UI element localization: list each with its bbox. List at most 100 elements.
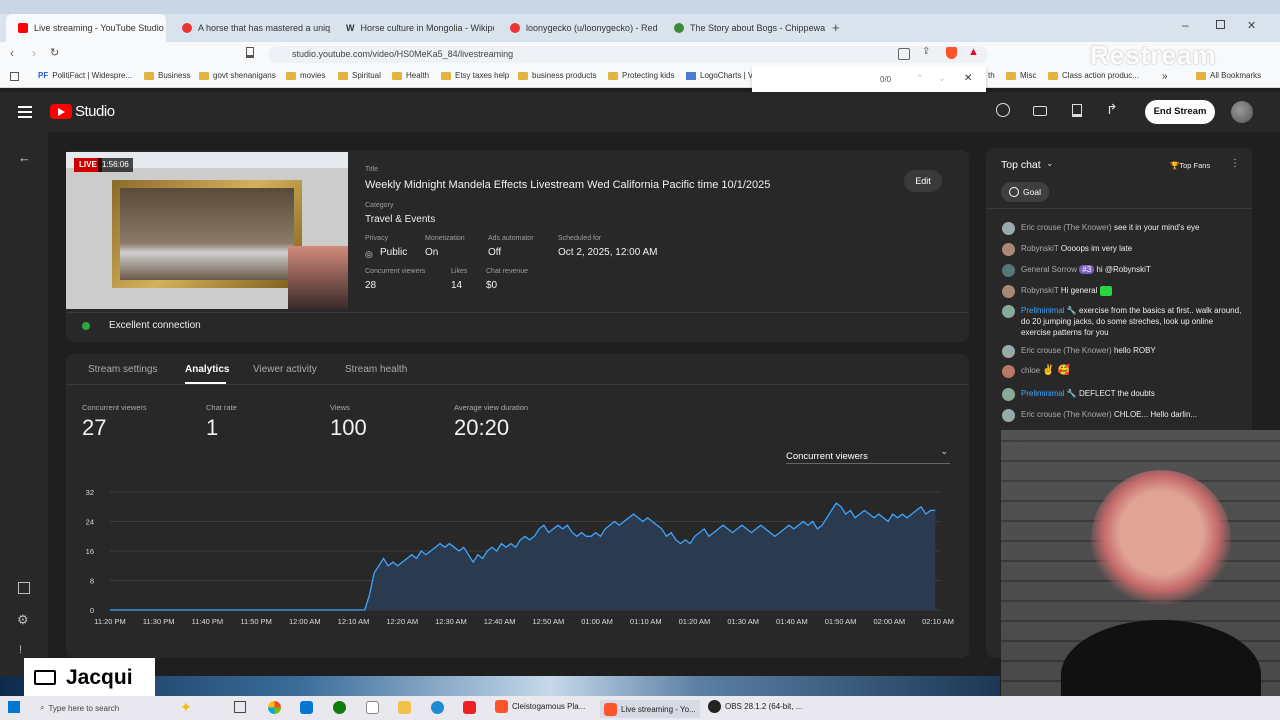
tab-stream-health[interactable]: Stream health (345, 364, 407, 375)
more-bookmarks-icon[interactable]: » (1162, 71, 1168, 82)
tab-viewer-activity[interactable]: Viewer activity (253, 364, 317, 375)
outlook-icon[interactable] (300, 701, 313, 714)
monetization-icon[interactable] (996, 103, 1010, 117)
bookmark-item[interactable]: Health (392, 71, 429, 80)
chat-message[interactable]: Eric crouse (The Knower) CHLOE... Hello … (1002, 409, 1242, 422)
feedback-icon[interactable]: ! (19, 644, 22, 656)
bookmark-item[interactable]: Spiritual (338, 71, 381, 80)
new-tab-icon[interactable]: + (832, 20, 840, 35)
xbox-icon[interactable] (333, 701, 346, 714)
copilot-app-icon[interactable] (268, 701, 281, 714)
bookmark-item[interactable]: govt shenanigans (199, 71, 276, 80)
chat-message[interactable]: RobynskiT Oooops im very late (1002, 243, 1242, 256)
browser-tab[interactable]: A horse that has mastered a unique (170, 14, 330, 42)
left-rail: ← ⚙ ! (0, 132, 48, 696)
bookmark-item[interactable]: th (988, 71, 995, 80)
tab-stream-settings[interactable]: Stream settings (88, 364, 157, 375)
end-stream-button[interactable]: End Stream (1145, 100, 1215, 124)
browser-tab[interactable]: W Horse culture in Mongolia - Wikiped (334, 14, 494, 42)
bookmark-item[interactable]: Protecting kids (608, 71, 674, 80)
chat-mode-dropdown[interactable]: Top chat (1001, 159, 1041, 171)
bookmark-item[interactable]: All Bookmarks (1196, 71, 1261, 80)
windows-start-icon[interactable] (8, 701, 20, 713)
search-icon: ⌕ (40, 703, 45, 712)
avatar[interactable] (1231, 101, 1253, 123)
chat-author: Preliminimal (1021, 306, 1065, 315)
goal-chip[interactable]: Goal (1001, 182, 1049, 202)
chat-message[interactable]: chloe ✌ 🥰 (1002, 365, 1242, 378)
file-explorer-icon[interactable] (398, 701, 411, 714)
minimize-icon[interactable]: – (1182, 18, 1189, 32)
metric-label: Average view duration (454, 403, 529, 412)
reload-icon[interactable]: ↻ (50, 46, 59, 59)
chat-message[interactable]: Preliminimal 🔧 exercise from the basics … (1002, 305, 1242, 338)
back-icon[interactable]: ‹ (10, 46, 14, 60)
chart-metric-dropdown[interactable]: Concurrent viewers ⌄ (786, 446, 950, 464)
scheduled-value: Oct 2, 2025, 12:00 AM (558, 247, 658, 258)
apps-icon[interactable] (10, 72, 19, 81)
chat-message[interactable]: Eric crouse (The Knower) hello ROBY (1002, 345, 1242, 358)
find-close-icon[interactable]: ✕ (964, 73, 972, 84)
bookmark-icon[interactable] (246, 47, 254, 58)
bookmark-item[interactable]: Business (144, 71, 190, 80)
url-input[interactable]: studio.youtube.com/video/HS0MeKa5_84/liv… (268, 46, 988, 63)
chat-message[interactable]: General Sorrow #3 hi @RobynskiT (1002, 264, 1242, 277)
studio-logo[interactable]: Studio (75, 103, 115, 120)
bookmark-item[interactable]: movies (286, 71, 325, 80)
browser-tab[interactable]: loonygecko (u/loonygecko) - Reddit (498, 14, 658, 42)
taskbar-app-button[interactable]: Live streaming - Yo... (600, 700, 700, 718)
menu-icon[interactable] (18, 106, 32, 118)
bookmark-item[interactable]: Misc (1006, 71, 1036, 80)
edit-button[interactable]: Edit (904, 170, 942, 192)
top-fans-button[interactable]: 🏆Top Fans (1170, 161, 1210, 170)
share-icon[interactable]: ⇪ (922, 46, 930, 57)
brave-rewards-icon[interactable]: ▲ (968, 46, 979, 58)
open-external-icon[interactable] (18, 582, 30, 594)
concurrent-viewers-label: Concurrent viewers (365, 268, 426, 275)
brave-shield-icon[interactable] (946, 47, 957, 59)
x-tick-label: 11:20 PM (94, 617, 126, 626)
chat-message[interactable]: RobynskiT Hi general (1002, 285, 1242, 298)
task-view-icon[interactable] (234, 701, 246, 713)
wps-icon[interactable] (463, 701, 476, 714)
tab-analytics[interactable]: Analytics (185, 364, 229, 375)
title-label: Title (365, 166, 378, 173)
maximize-icon[interactable] (1216, 20, 1225, 29)
find-prev-icon[interactable]: ⌃ (916, 73, 924, 84)
taskbar-app-button[interactable]: Cleistogamous Pla... (495, 700, 585, 713)
close-window-icon[interactable]: ✕ (1247, 19, 1256, 32)
more-vert-icon[interactable]: ⋮ (1230, 158, 1240, 169)
bookmark-item[interactable]: Etsy taxes help (441, 71, 509, 80)
browser-tab-bar: Live streaming - YouTube Studio ✕ A hors… (0, 14, 1280, 42)
back-arrow-icon[interactable]: ← (18, 150, 31, 165)
likes-label: Likes (451, 268, 468, 275)
chat-author: chloe (1021, 366, 1041, 375)
person-face (1091, 470, 1231, 610)
bookmark-item[interactable]: PF PolitiFact | Widespre... (38, 71, 132, 80)
settings-icon[interactable]: ⚙ (17, 612, 29, 628)
goal-icon (1009, 187, 1019, 197)
browser-tab[interactable]: Live streaming - YouTube Studio ✕ (6, 14, 166, 42)
tab-search-icon[interactable] (898, 48, 910, 60)
find-next-icon[interactable]: ⌄ (938, 73, 946, 84)
taskbar-app-button[interactable]: OBS 28.1.2 (64-bit, ... (708, 700, 802, 713)
x-tick-label: 12:50 AM (533, 617, 565, 626)
share-icon[interactable]: ↱ (1106, 101, 1118, 118)
notepad-icon[interactable] (366, 701, 379, 714)
copilot-icon[interactable]: ✦ (180, 699, 192, 716)
window-top-strip (0, 0, 1280, 14)
taskbar-search-input[interactable]: ⌕ Type here to search (40, 700, 200, 716)
bookmark-item[interactable]: business products (518, 71, 596, 80)
save-icon[interactable] (1072, 104, 1082, 117)
browser-tab[interactable]: The Story about Bogs - Chippewa Fl (662, 14, 826, 42)
bookmark-item[interactable]: LogoCharts | V (686, 71, 753, 80)
stream-preview-icon[interactable] (1033, 106, 1047, 116)
studio-header: Studio ↱ End Stream (0, 92, 1280, 132)
stream-preview[interactable]: LIVE 1:56:06 (66, 152, 348, 309)
forward-icon[interactable]: › (32, 46, 36, 60)
bookmark-item[interactable]: Class action produc... (1048, 71, 1139, 80)
chevron-down-icon[interactable]: ⌄ (1046, 158, 1054, 169)
chat-message[interactable]: Preliminimal 🔧 DEFLECT the doubts (1002, 388, 1242, 401)
edge-icon[interactable] (431, 701, 444, 714)
chat-message[interactable]: Eric crouse (The Knower) see it in your … (1002, 222, 1242, 235)
